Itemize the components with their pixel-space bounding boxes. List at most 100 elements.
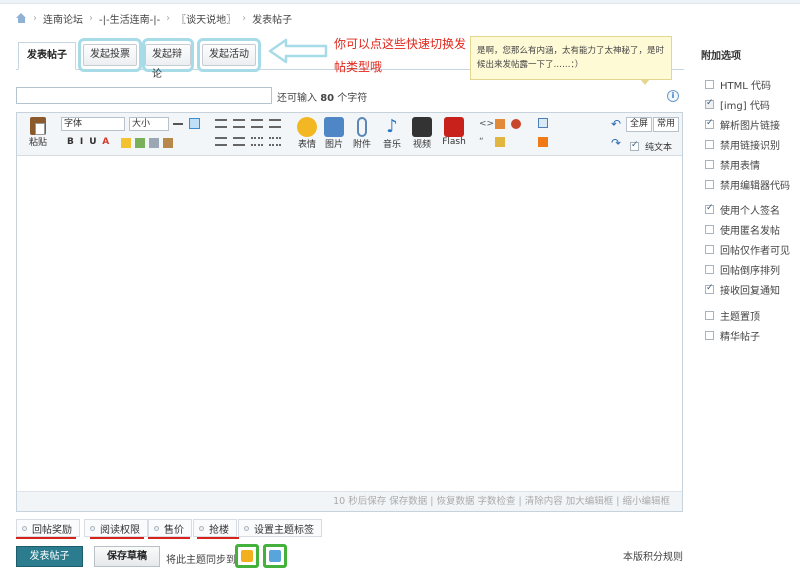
option-group1-2[interactable]: 解析图片链接 <box>705 117 780 132</box>
align-left-icon[interactable] <box>215 119 227 128</box>
align-center-icon[interactable] <box>233 119 245 128</box>
code-icons[interactable]: <> “ <box>479 119 525 147</box>
option-checkbox[interactable] <box>705 118 714 129</box>
smiley-icon <box>297 117 317 137</box>
option-group3-0[interactable]: 主题置顶 <box>705 308 760 323</box>
extra-price[interactable]: 售价 <box>148 519 192 537</box>
breadcrumb-item-board[interactable]: 〖谈天说地〗 <box>176 11 236 26</box>
option-label: 主题置顶 <box>720 312 760 323</box>
quote-icon[interactable]: “ <box>479 137 493 147</box>
hr-icon[interactable] <box>173 123 183 125</box>
breadcrumb-item-forum[interactable]: 连南论坛 <box>43 11 83 26</box>
option-checkbox[interactable] <box>705 203 714 214</box>
unordered-list-icon[interactable] <box>269 137 281 146</box>
option-checkbox[interactable] <box>705 140 714 149</box>
option-checkbox[interactable] <box>705 311 714 320</box>
sync-qzone-button[interactable] <box>263 544 287 568</box>
attachment-button[interactable]: 附件 <box>350 117 374 150</box>
option-checkbox[interactable] <box>705 160 714 169</box>
option-checkbox[interactable] <box>705 225 714 234</box>
forum-points-rules-link[interactable]: 本版积分规则 <box>623 548 683 563</box>
format-icons[interactable] <box>121 138 181 148</box>
sync-weibo-button[interactable] <box>235 544 259 568</box>
top-bar <box>0 0 800 4</box>
free-icon[interactable] <box>495 119 505 129</box>
float-right-icon[interactable] <box>233 137 245 146</box>
table-icon[interactable] <box>538 118 548 128</box>
music-button[interactable]: ♪ 音乐 <box>380 117 404 151</box>
common-button[interactable]: 常用 <box>653 117 679 132</box>
unlink-icon[interactable] <box>149 138 159 148</box>
qq-icon[interactable] <box>511 119 521 129</box>
paperclip-icon <box>357 117 367 137</box>
option-checkbox[interactable] <box>705 180 714 189</box>
option-checkbox[interactable] <box>705 80 714 89</box>
background-color-icon[interactable] <box>189 118 200 129</box>
image-button[interactable]: 图片 <box>322 117 346 150</box>
option-group2-4[interactable]: 接收回复通知 <box>705 282 780 297</box>
breadcrumb-item-section[interactable]: -|-生活连南-|- <box>99 11 160 26</box>
option-checkbox <box>705 98 714 109</box>
option-label: 禁用链接识别 <box>720 141 780 152</box>
info-icon[interactable]: i <box>667 90 679 102</box>
breadcrumb-separator: › <box>89 12 93 24</box>
title-input[interactable] <box>16 87 272 104</box>
breadcrumb-item-current: 发表帖子 <box>252 14 293 26</box>
option-label: 回帖倒序排列 <box>720 266 780 277</box>
paste-button[interactable]: 粘贴 <box>27 117 49 148</box>
extra-topic-tags[interactable]: 设置主题标签 <box>238 519 322 537</box>
tab-new-post[interactable]: 发表帖子 <box>18 42 76 70</box>
font-size-select[interactable]: 大小 <box>129 117 169 131</box>
annotation-underline <box>16 537 76 539</box>
clear-format-icon[interactable] <box>163 138 173 148</box>
redo-icon[interactable]: ↷ <box>611 137 621 149</box>
float-left-icon[interactable] <box>215 137 227 146</box>
option-group1-0[interactable]: HTML 代码 <box>705 77 771 92</box>
extra-floor-grab[interactable]: 抢楼 <box>193 519 237 537</box>
align-justify-icon[interactable] <box>269 119 281 128</box>
editor-area[interactable] <box>16 112 683 512</box>
option-checkbox[interactable] <box>705 283 714 294</box>
extra-reward[interactable]: 回帖奖励 <box>16 519 80 537</box>
option-group2-3[interactable]: 回帖倒序排列 <box>705 262 780 277</box>
flash-icon <box>444 117 464 137</box>
video-button[interactable]: 视频 <box>410 117 434 150</box>
save-draft-button[interactable]: 保存草稿 <box>94 546 160 567</box>
option-checkbox[interactable] <box>705 245 714 254</box>
quick-tab-poll[interactable]: 发起投票 <box>78 38 142 72</box>
font-family-select[interactable]: 字体 <box>61 117 125 131</box>
ordered-list-icon[interactable] <box>251 137 263 146</box>
option-checkbox[interactable] <box>705 331 714 340</box>
option-group1-5[interactable]: 禁用编辑器代码 <box>705 177 790 192</box>
format-buttons[interactable]: BIUA <box>67 137 115 147</box>
option-checkbox[interactable] <box>705 265 714 274</box>
editor-statusbar[interactable]: 10 秒后保存 保存数据 | 恢复数据 字数检查 | 清除内容 加大编辑框 | … <box>17 491 682 511</box>
plaintext-toggle[interactable]: 纯文本 <box>630 140 672 153</box>
flash-button[interactable]: Flash <box>441 117 467 147</box>
option-group2-2[interactable]: 回帖仅作者可见 <box>705 242 790 257</box>
link-icon[interactable] <box>135 138 145 148</box>
annotation-underline <box>148 537 190 539</box>
code-icon[interactable]: <> <box>479 119 494 129</box>
annotation-underline <box>197 537 239 539</box>
macro-icon[interactable] <box>538 137 548 147</box>
undo-icon[interactable]: ↶ <box>611 118 621 130</box>
home-icon[interactable] <box>16 13 27 23</box>
quick-tab-debate[interactable]: 发起辩论 <box>142 38 194 80</box>
option-group1-1[interactable]: [img] 代码 <box>705 97 770 112</box>
plaintext-checkbox[interactable] <box>630 140 639 151</box>
emoji-button[interactable]: 表情 <box>295 117 319 150</box>
option-group1-4[interactable]: 禁用表情 <box>705 157 760 172</box>
option-group3-1[interactable]: 精华帖子 <box>705 328 760 343</box>
alignment-icons[interactable] <box>215 119 281 146</box>
option-group2-1[interactable]: 使用匿名发帖 <box>705 222 780 237</box>
extra-read-permission[interactable]: 阅读权限 <box>84 519 148 537</box>
option-group1-3[interactable]: 禁用链接识别 <box>705 137 780 152</box>
highlight-icon[interactable] <box>121 138 131 148</box>
quick-tab-activity[interactable]: 发起活动 <box>197 38 261 72</box>
submit-button[interactable]: 发表帖子 <box>16 546 83 567</box>
fullscreen-button[interactable]: 全屏 <box>626 117 652 132</box>
align-right-icon[interactable] <box>251 119 263 128</box>
hide-icon[interactable] <box>495 137 505 147</box>
option-group2-0[interactable]: 使用个人签名 <box>705 202 780 217</box>
